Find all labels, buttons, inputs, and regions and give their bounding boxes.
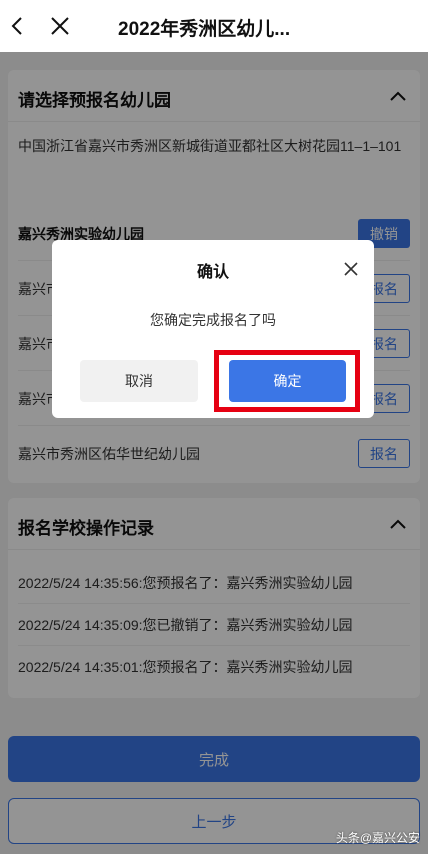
page-title: 2022年秀洲区幼儿... [118,19,291,40]
highlight-box [214,350,360,412]
dialog-cancel-button[interactable]: 取消 [80,360,198,402]
close-icon[interactable] [342,260,360,278]
dialog-message: 您确定完成报名了吗 [150,312,276,328]
chevron-left-icon [11,17,22,35]
modal-overlay[interactable] [0,52,428,854]
back-button[interactable] [2,10,34,42]
watermark: 头条@嘉兴公安 [335,831,420,845]
close-button[interactable] [44,10,76,42]
dialog-title: 确认 [196,264,229,281]
top-nav-bar: 2022年秀洲区幼儿... [0,0,428,52]
close-icon [51,17,69,35]
